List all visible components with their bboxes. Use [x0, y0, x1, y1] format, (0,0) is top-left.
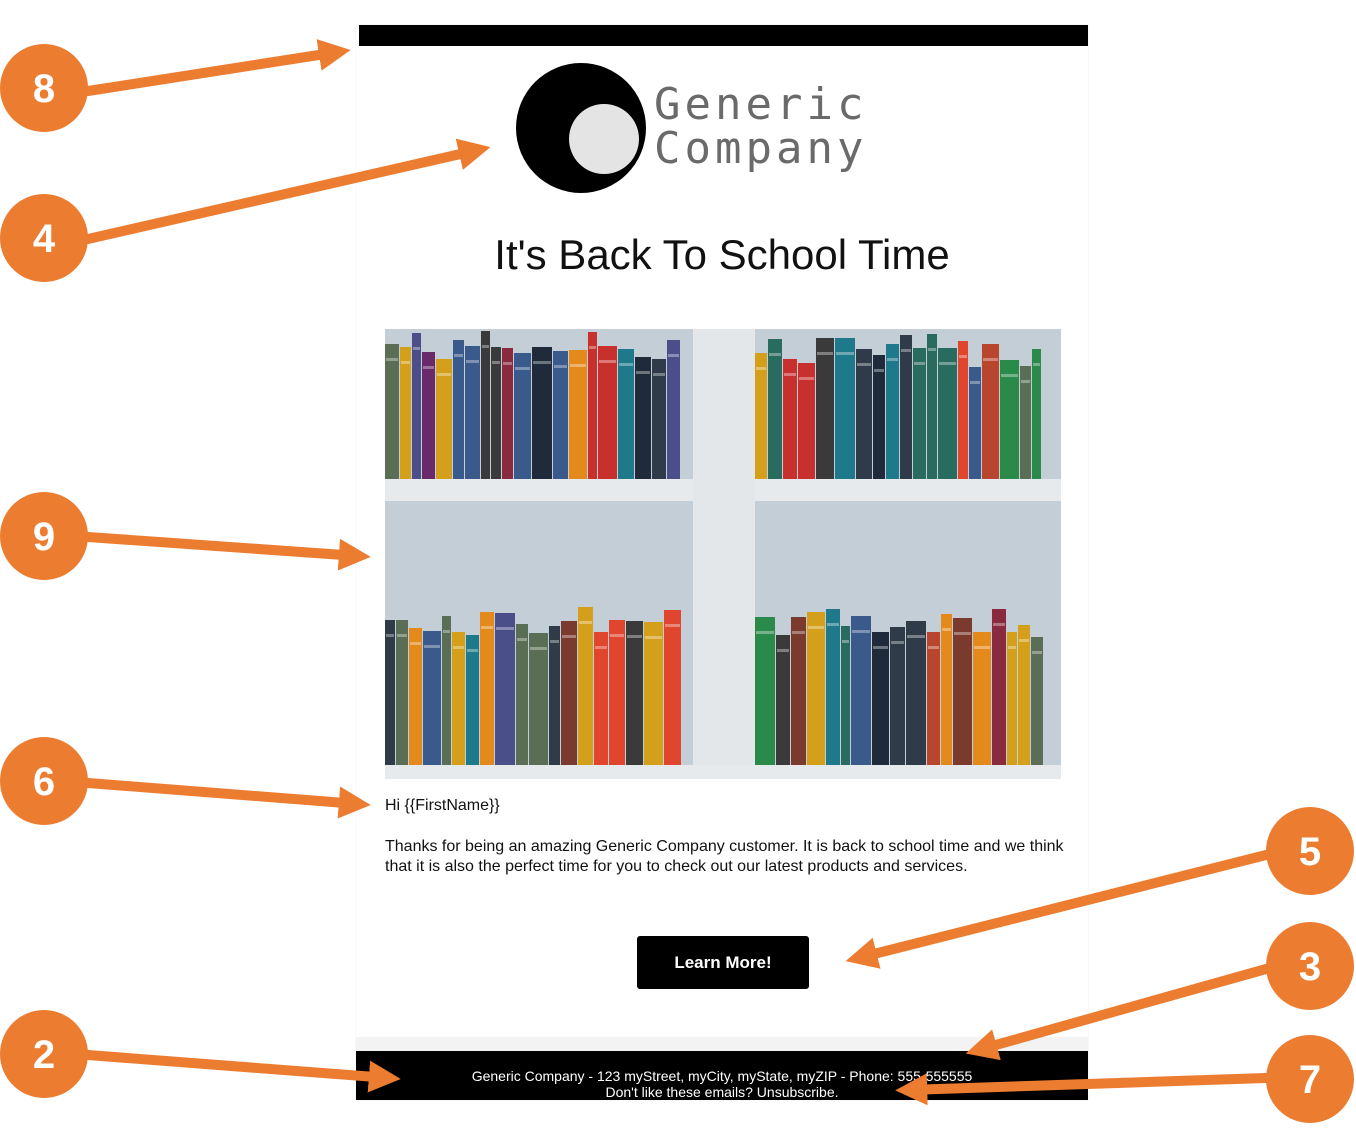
- svg-text:3: 3: [1299, 945, 1321, 989]
- footer-address: Generic Company - 123 myStreet, myCity, …: [471, 1068, 973, 1084]
- svg-text:7: 7: [1299, 1058, 1321, 1102]
- unsubscribe-prompt: Don't like these emails?: [605, 1084, 753, 1100]
- headline: It's Back To School Time: [494, 231, 950, 278]
- logo-circle-icon: [516, 63, 646, 193]
- top-bar: [359, 25, 1088, 46]
- arrow-6: [83, 778, 371, 819]
- svg-text:8: 8: [33, 67, 55, 111]
- arrow-9: [83, 532, 371, 571]
- callout-3: 3: [1266, 922, 1354, 1010]
- arrow-2: [83, 1050, 401, 1093]
- callout-8: 8: [0, 44, 88, 132]
- bookshelf-illustration: [385, 329, 1061, 779]
- logo-text-company: Company: [654, 123, 868, 174]
- svg-text:4: 4: [33, 217, 56, 261]
- learn-more-button[interactable]: Learn More!: [637, 936, 809, 989]
- email-canvas: Generic Company It's Back To School Time…: [356, 25, 1088, 1100]
- callout-2: 2: [0, 1010, 88, 1098]
- unsubscribe-link[interactable]: Unsubscribe.: [757, 1084, 839, 1100]
- hero-bookshelf-image: [385, 329, 1061, 779]
- callout-9: 9: [0, 492, 88, 580]
- svg-text:2: 2: [33, 1033, 55, 1077]
- footer-bar: Generic Company - 123 myStreet, myCity, …: [356, 1051, 1088, 1100]
- svg-text:5: 5: [1299, 830, 1321, 874]
- body-paragraph: Thanks for being an amazing Generic Comp…: [385, 838, 1064, 875]
- callout-7: 7: [1266, 1035, 1354, 1123]
- footer-spacer: [356, 1037, 1088, 1051]
- callout-6: 6: [0, 737, 88, 825]
- svg-text:9: 9: [33, 515, 55, 559]
- logo-text-generic: Generic: [654, 79, 868, 130]
- callout-5: 5: [1266, 807, 1354, 895]
- company-logo[interactable]: Generic Company: [516, 63, 916, 195]
- footer-unsubscribe-line: Don't like these emails? Unsubscribe.: [356, 1084, 1088, 1100]
- svg-text:6: 6: [33, 760, 55, 804]
- callout-4: 4: [0, 194, 88, 282]
- arrow-8: [83, 39, 351, 96]
- greeting-text: Hi {{FirstName}}: [385, 797, 500, 814]
